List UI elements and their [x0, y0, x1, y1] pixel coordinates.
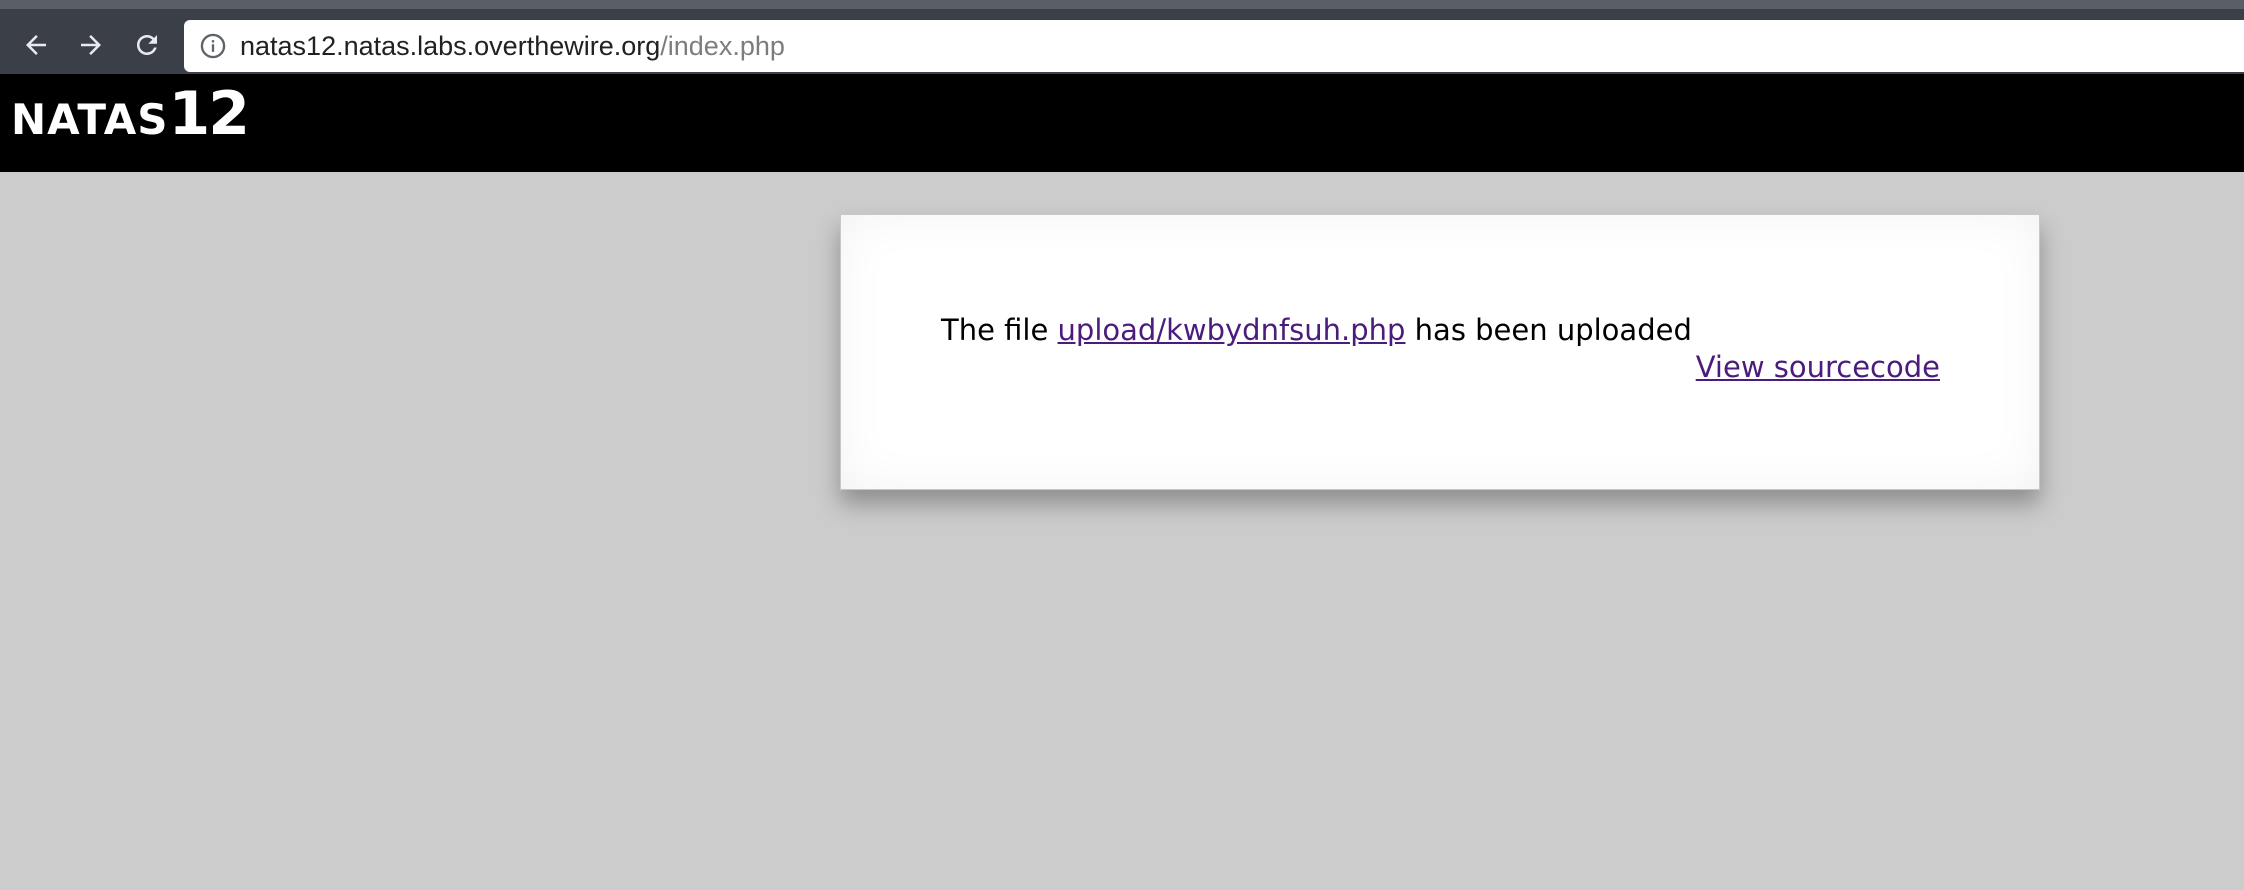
browser-toolbar: natas12.natas.labs.overthewire.org/index…: [0, 0, 2244, 74]
site-header: NATAS12: [0, 74, 2244, 172]
uploaded-file-link[interactable]: upload/kwbydnfsuh.php: [1058, 313, 1406, 347]
content-card: The file upload/kwbydnfsuh.php has been …: [840, 214, 2040, 490]
message-prefix: The file: [941, 313, 1058, 347]
address-bar[interactable]: natas12.natas.labs.overthewire.org/index…: [184, 20, 2244, 72]
forward-button[interactable]: [66, 20, 116, 70]
site-title-text: NATAS: [11, 95, 169, 144]
view-sourcecode-link[interactable]: View sourcecode: [1696, 350, 1940, 384]
url-host: natas12.natas.labs.overthewire.org: [240, 30, 661, 61]
reload-button[interactable]: [122, 20, 172, 70]
reload-icon: [132, 30, 162, 60]
url-path: /index.php: [660, 30, 785, 61]
back-button[interactable]: [11, 20, 61, 70]
site-title: NATAS12: [11, 84, 250, 144]
url-text[interactable]: natas12.natas.labs.overthewire.org/index…: [240, 31, 785, 62]
info-icon[interactable]: [198, 31, 228, 61]
upload-message: The file upload/kwbydnfsuh.php has been …: [941, 313, 1692, 347]
arrow-left-icon: [21, 30, 51, 60]
site-title-number: 12: [168, 79, 250, 149]
message-suffix: has been uploaded: [1405, 313, 1692, 347]
arrow-right-icon: [76, 30, 106, 60]
